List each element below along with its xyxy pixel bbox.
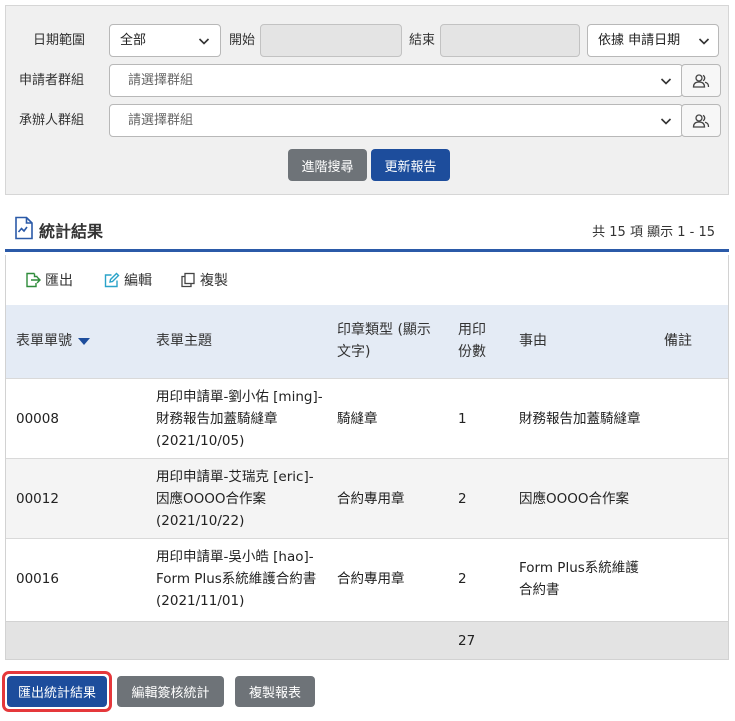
header-seal-type-line1: 印章類型 (顯示 xyxy=(337,322,431,338)
header-seal-type-line2: 文字) xyxy=(337,344,371,360)
copy-report-button[interactable]: 複製報表 xyxy=(235,676,315,707)
cell-subject-line: 因應OOOO合作案 xyxy=(156,491,267,507)
applicant-group-row: 申請者群組 請選擇群組 xyxy=(6,64,728,98)
results-count: 共 15 項 顯示 1 - 15 xyxy=(592,225,715,240)
applicant-group-picker-button[interactable] xyxy=(681,64,721,97)
cell-reason-line: 因應OOOO合作案 xyxy=(519,491,630,507)
chevron-down-icon xyxy=(656,105,676,136)
total-row: 27 xyxy=(6,621,728,659)
edit-tool-label: 編輯 xyxy=(124,273,152,289)
table-row[interactable]: 00012 用印申請單-艾瑞克 [eric]- 因應OOOO合作案 (2021/… xyxy=(6,458,728,538)
cell-subject: 用印申請單-劉小佑 [ming]- 財務報告加蓋騎縫章 (2021/10/05) xyxy=(156,386,323,452)
handler-group-row: 承辦人群組 請選擇群組 xyxy=(6,104,728,138)
users-icon xyxy=(692,73,710,88)
cell-reason-line: 合約書 xyxy=(519,582,560,598)
cell-subject: 用印申請單-艾瑞克 [eric]- 因應OOOO合作案 (2021/10/22) xyxy=(156,466,314,532)
handler-group-picker-button[interactable] xyxy=(681,104,721,137)
cell-subject-line: 用印申請單-吳小皓 [hao]- xyxy=(156,549,314,565)
results-table: 匯出 編輯 複製 表單單號 表單主題 印章類型 (顯示 文字) 用印 份數 事由… xyxy=(5,255,729,660)
chevron-down-icon xyxy=(694,25,714,56)
results-title: 統計結果 xyxy=(39,222,104,241)
edit-icon xyxy=(104,272,120,288)
applicant-group-select[interactable]: 請選擇群組 xyxy=(109,64,683,97)
applicant-group-label: 申請者群組 xyxy=(19,73,85,88)
header-copies-line2: 份數 xyxy=(458,344,486,360)
header-reason[interactable]: 事由 xyxy=(519,330,547,352)
table-row[interactable]: 00008 用印申請單-劉小佑 [ming]- 財務報告加蓋騎縫章 (2021/… xyxy=(6,378,728,458)
cell-copies: 1 xyxy=(458,411,467,427)
date-basis-value: 依據 申請日期 xyxy=(598,33,681,48)
header-subject[interactable]: 表單主題 xyxy=(156,330,212,352)
filter-panel: 日期範圍 全部 開始 結束 依據 申請日期 申請者群組 請選擇群組 承辦人群組 … xyxy=(5,5,729,195)
handler-group-select[interactable]: 請選擇群組 xyxy=(109,104,683,137)
edit-approval-stats-button[interactable]: 編輯簽核統計 xyxy=(117,676,224,707)
cell-copies: 2 xyxy=(458,491,467,507)
start-date-label: 開始 xyxy=(229,33,256,48)
date-basis-select[interactable]: 依據 申請日期 xyxy=(587,24,719,57)
export-tool-button[interactable]: 匯出 xyxy=(25,270,73,290)
cell-subject-line: 用印申請單-劉小佑 [ming]- xyxy=(156,389,323,405)
cell-subject-line: (2021/11/01) xyxy=(156,593,245,609)
cell-reason: 因應OOOO合作案 xyxy=(519,488,629,510)
report-chart-icon xyxy=(15,216,33,240)
export-tool-label: 匯出 xyxy=(45,273,73,289)
start-date-input[interactable] xyxy=(260,24,402,57)
users-icon xyxy=(692,113,710,128)
cell-reason-line: 財務報告加蓋騎縫章 xyxy=(519,411,641,427)
cell-subject-line: (2021/10/05) xyxy=(156,433,245,449)
table-row[interactable]: 00016 用印申請單-吳小皓 [hao]- Form Plus系統維護合約書 … xyxy=(6,538,728,618)
advanced-search-button[interactable]: 進階搜尋 xyxy=(288,149,367,181)
cell-reason-line: Form Plus系統維護 xyxy=(519,560,639,576)
cell-subject-line: (2021/10/22) xyxy=(156,513,245,529)
chevron-down-icon xyxy=(194,25,214,56)
cell-seal-type: 合約專用章 xyxy=(337,571,405,587)
header-copies[interactable]: 用印 份數 xyxy=(458,319,486,363)
header-seal-type[interactable]: 印章類型 (顯示 文字) xyxy=(337,319,431,363)
cell-subject-line: Form Plus系統維護合約書 xyxy=(156,571,317,587)
end-date-label: 結束 xyxy=(409,33,436,48)
cell-seal-type: 合約專用章 xyxy=(337,491,405,507)
export-stats-button[interactable]: 匯出統計結果 xyxy=(7,676,107,707)
table-header-row: 表單單號 表單主題 印章類型 (顯示 文字) 用印 份數 事由 備註 xyxy=(6,305,728,378)
cell-subject-line: 用印申請單-艾瑞克 [eric]- xyxy=(156,469,314,485)
header-copies-line1: 用印 xyxy=(458,322,486,338)
export-icon xyxy=(26,272,41,288)
total-copies: 27 xyxy=(458,633,476,649)
cell-form-no: 00016 xyxy=(16,571,59,587)
cell-copies: 2 xyxy=(458,571,467,587)
cell-form-no: 00008 xyxy=(16,411,59,427)
date-range-label: 日期範圍 xyxy=(33,33,86,48)
header-form-no-label: 表單單號 xyxy=(16,333,72,349)
handler-group-placeholder: 請選擇群組 xyxy=(128,113,194,128)
cell-subject: 用印申請單-吳小皓 [hao]- Form Plus系統維護合約書 (2021/… xyxy=(156,546,316,612)
results-header: 統計結果 共 15 項 顯示 1 - 15 xyxy=(5,212,729,252)
cell-form-no: 00012 xyxy=(16,491,59,507)
date-filter-row: 日期範圍 全部 開始 結束 依據 申請日期 xyxy=(6,24,728,58)
chevron-down-icon xyxy=(656,65,676,96)
copy-tool-button[interactable]: 複製 xyxy=(180,270,228,290)
header-note[interactable]: 備註 xyxy=(664,330,692,352)
edit-tool-button[interactable]: 編輯 xyxy=(104,270,152,290)
sort-desc-icon xyxy=(78,337,90,345)
copy-tool-label: 複製 xyxy=(200,273,228,289)
table-toolbar: 匯出 編輯 複製 xyxy=(6,255,728,305)
cell-reason: 財務報告加蓋騎縫章 xyxy=(519,408,641,430)
cell-seal-type: 騎縫章 xyxy=(337,411,378,427)
date-range-value: 全部 xyxy=(120,33,147,48)
date-range-select[interactable]: 全部 xyxy=(109,24,221,57)
end-date-input[interactable] xyxy=(440,24,580,57)
handler-group-label: 承辦人群組 xyxy=(19,113,85,128)
cell-subject-line: 財務報告加蓋騎縫章 xyxy=(156,411,278,427)
cell-reason: Form Plus系統維護 合約書 xyxy=(519,557,639,601)
header-form-no[interactable]: 表單單號 xyxy=(16,330,90,352)
update-report-button[interactable]: 更新報告 xyxy=(371,149,450,181)
copy-icon xyxy=(181,272,195,288)
applicant-group-placeholder: 請選擇群組 xyxy=(128,73,194,88)
